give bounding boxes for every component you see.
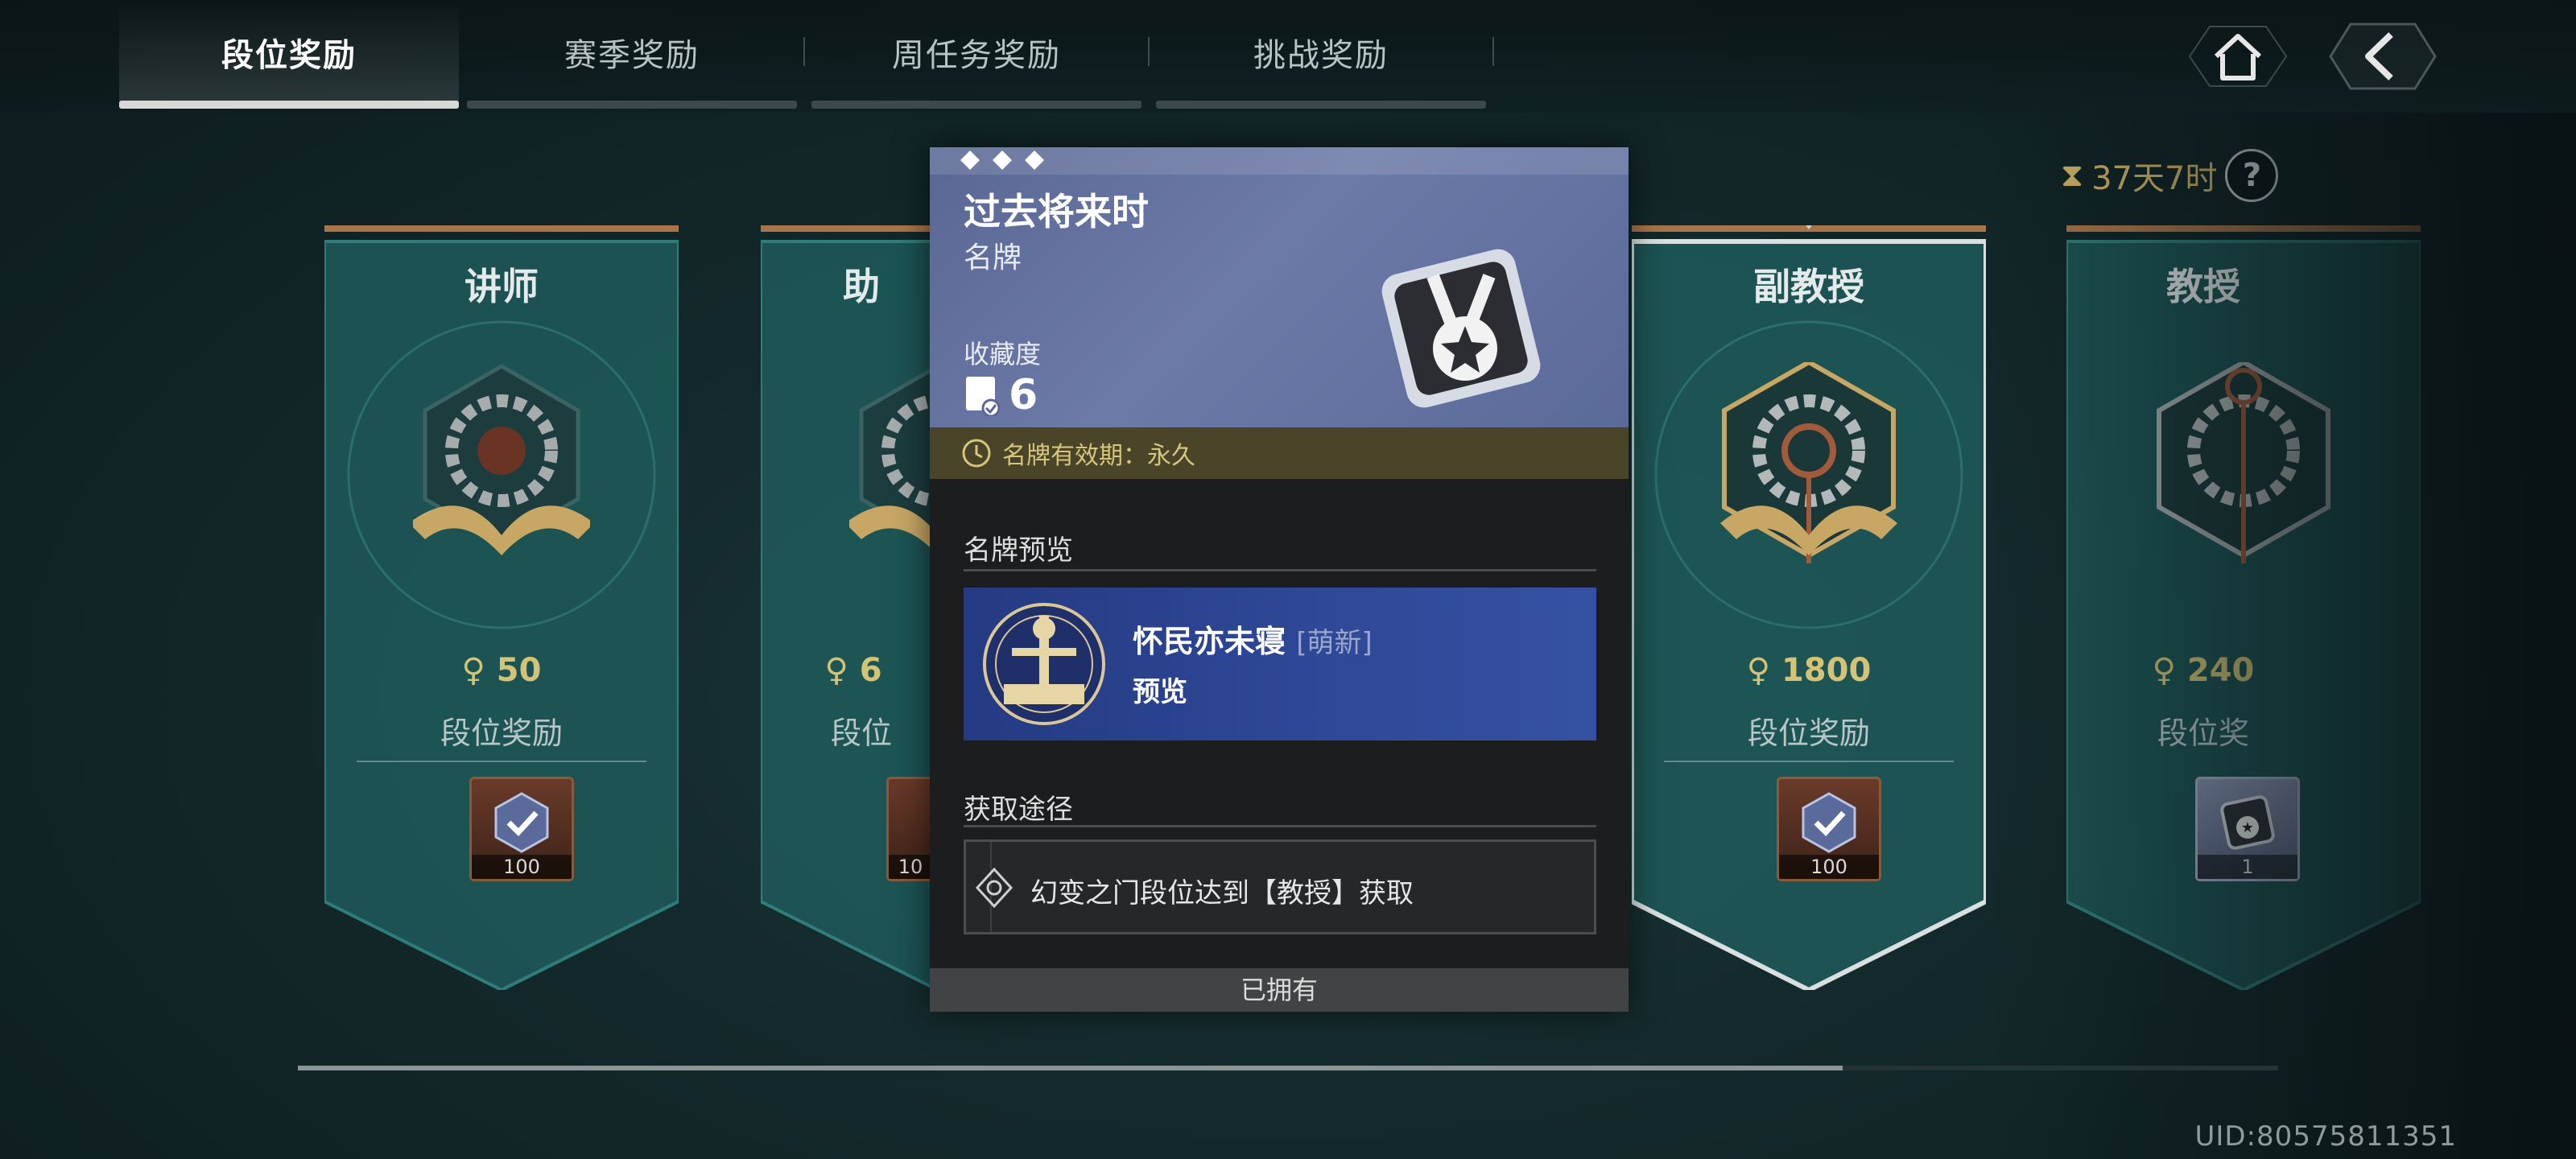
tab-label: 段位奖励 (221, 37, 357, 74)
points-value: 240 (2186, 652, 2255, 689)
player-name: 怀民亦未寝 (1133, 624, 1286, 659)
rank-points: ♀ 1800 (1632, 652, 1986, 689)
trophy-icon: ♀ (461, 652, 497, 689)
collection-score: 6 (964, 371, 1038, 419)
portal-icon (975, 867, 1013, 909)
item-count: 10 (889, 855, 932, 879)
professor-emblem-icon (2157, 362, 2330, 563)
rank-points: ♀ 50 (324, 652, 679, 689)
home-icon (2188, 26, 2288, 87)
nameplate-preview[interactable]: 怀民亦未寝 [萌新] 预览 (964, 588, 1596, 740)
item-count: 100 (472, 855, 572, 879)
header-deco-bar (930, 147, 1629, 175)
back-button[interactable] (2326, 16, 2439, 97)
player-tag: [萌新] (1296, 627, 1373, 659)
tab-label: 赛季奖励 (564, 37, 700, 74)
reward-label: 段位奖 (2157, 716, 2249, 751)
rank-name: 教授 (2166, 265, 2240, 308)
points-value: 50 (496, 652, 542, 689)
help-button[interactable]: ? (2225, 149, 2279, 202)
tab-label: 周任务奖励 (892, 37, 1061, 74)
svg-text:★: ★ (2241, 819, 2254, 836)
points-value: 1800 (1781, 652, 1872, 689)
rank-points: ♀ 240 (2066, 652, 2340, 689)
tab-divider (1492, 37, 1494, 66)
badge-icon (494, 792, 549, 853)
reward-label: 段位奖励 (440, 716, 563, 751)
hourglass-icon: ⧗ (2061, 157, 2084, 194)
rarity-diamonds-icon (960, 151, 1044, 170)
card-divider (1664, 761, 1954, 762)
tab-underline (1156, 101, 1486, 109)
reward-item[interactable]: 100 (469, 777, 574, 881)
card-divider (357, 761, 646, 762)
tab-underline (811, 101, 1141, 109)
associate-professor-emblem-icon (1720, 362, 1897, 563)
nameplate-medal-icon (1381, 249, 1541, 408)
home-button[interactable] (2182, 16, 2294, 97)
badge-icon (1802, 792, 1856, 853)
tab-underline (467, 101, 797, 109)
trophy-icon: ♀ (1746, 652, 1781, 689)
section-divider (964, 569, 1596, 571)
source-section-title: 获取途径 (964, 794, 1073, 826)
nameplate-medal-icon: ★ (2220, 795, 2275, 850)
tab-label: 挑战奖励 (1253, 37, 1389, 74)
top-tab-bar: 段位奖励 赛季奖励 周任务奖励 挑战奖励 (0, 0, 2576, 113)
tab-challenge-rewards[interactable]: 挑战奖励 (1156, 0, 1486, 105)
rank-name: 讲师 (464, 265, 539, 308)
owned-status: 已拥有 (930, 968, 1629, 1012)
item-detail-popup: 过去将来时 名牌 收藏度 6 名牌有效期：永久 名牌预览 怀民亦未寝 [萌新] … (930, 147, 1629, 1012)
rank-card-lecturer[interactable]: 讲师 ♀ 50 段位奖励 100 (324, 225, 679, 990)
collection-icon (966, 377, 1001, 416)
nameplate-emblem-icon (983, 603, 1105, 725)
item-title: 过去将来时 (964, 190, 1149, 233)
section-divider (964, 825, 1596, 827)
preview-button[interactable]: 预览 (1133, 670, 1187, 709)
reward-item[interactable]: ★ 1 (2195, 777, 2300, 881)
validity-bar: 名牌有效期：永久 (930, 427, 1629, 479)
tab-underline-active (119, 101, 459, 109)
rank-name: 副教授 (1753, 265, 1864, 308)
trophy-icon: ♀ (2152, 652, 2187, 689)
tab-divider (1148, 37, 1150, 66)
source-text: 幻变之门段位达到【教授】获取 (1030, 877, 1414, 909)
help-icon: ? (2242, 157, 2262, 194)
preview-player-name: 怀民亦未寝 [萌新] (1133, 617, 1373, 661)
rank-points: ♀ 6 (761, 652, 946, 689)
tab-weekly-rewards[interactable]: 周任务奖励 (811, 0, 1141, 105)
tab-divider (803, 37, 805, 66)
clock-icon (962, 439, 991, 468)
tab-season-rewards[interactable]: 赛季奖励 (467, 0, 797, 105)
reward-item[interactable]: 10 (886, 777, 935, 881)
preview-section-title: 名牌预览 (964, 534, 1073, 567)
validity-text: 名牌有效期：永久 (1002, 442, 1195, 470)
popup-header: 过去将来时 名牌 收藏度 6 (930, 147, 1629, 427)
item-count: 1 (2198, 855, 2297, 879)
scrollbar-thumb[interactable] (298, 1066, 1843, 1070)
trophy-icon: ♀ (824, 652, 860, 689)
collection-value: 6 (1009, 371, 1038, 419)
rank-card-associate-professor[interactable]: 副教授 ♀ 1800 段位奖励 100 (1632, 225, 1986, 990)
timer-text: 37天7时 (2091, 160, 2218, 197)
lecturer-emblem-icon (413, 364, 590, 555)
season-timer: ⧗ 37天7时 ? (2061, 149, 2279, 202)
item-type: 名牌 (964, 241, 1022, 274)
rank-card-professor[interactable]: 教授 ♀ 240 段位奖 ★ 1 (2066, 225, 2421, 990)
collection-label: 收藏度 (964, 339, 1042, 369)
reward-item[interactable]: 100 (1777, 777, 1881, 881)
back-icon (2329, 23, 2437, 90)
source-entry[interactable]: 幻变之门段位达到【教授】获取 (964, 839, 1596, 934)
reward-label: 段位奖励 (1747, 716, 1870, 751)
tab-rank-rewards[interactable]: 段位奖励 (119, 0, 459, 105)
item-count: 100 (1779, 855, 1879, 879)
points-value: 6 (859, 652, 882, 689)
player-uid: UID:80575811351 (2194, 1120, 2457, 1153)
